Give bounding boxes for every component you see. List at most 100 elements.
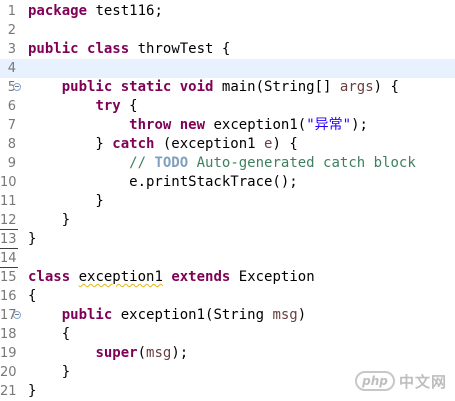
code-text: } (28, 382, 36, 401)
code-line[interactable]: 11 } (0, 192, 455, 211)
line-number: 4 (7, 61, 16, 76)
code-line[interactable]: 12 } (0, 211, 455, 230)
code-text: public class throwTest { (28, 40, 230, 59)
line-number: 21 (0, 384, 17, 399)
code-token: ); (171, 345, 189, 361)
code-text: public static void main(String[] args) { (28, 78, 399, 97)
code-line[interactable]: 8 } catch (exception1 e) { (0, 135, 455, 154)
code-line[interactable]: 10 e.printStackTrace(); (0, 173, 455, 192)
watermark: php 中文网 (354, 369, 447, 393)
code-text: package test116; (28, 2, 163, 21)
line-number: 14 (0, 251, 17, 266)
code-token: super (95, 345, 138, 361)
code-line[interactable]: 17 public exception1(String msg) (0, 306, 455, 325)
code-line[interactable]: 9 // TODO Auto-generated catch block (0, 154, 455, 173)
code-token: } (28, 193, 104, 209)
code-token: exception1(String (112, 307, 273, 323)
code-token: } (28, 383, 37, 399)
code-line[interactable]: 16 { (0, 287, 455, 306)
code-text: throw new exception1("异常"); (28, 116, 368, 135)
code-token: ) { (272, 136, 298, 152)
code-line[interactable]: 13} (0, 230, 455, 249)
line-number: 16 (0, 289, 17, 304)
code-text: { (28, 325, 70, 344)
code-line[interactable]: 19 super(msg); (0, 344, 455, 363)
code-token: TODO (154, 155, 189, 171)
code-token: } (28, 364, 71, 380)
code-token: exception1 (78, 269, 163, 285)
line-number: 11 (0, 194, 17, 209)
code-token: ); (351, 117, 368, 133)
code-token: msg (146, 345, 172, 361)
code-token: exception1( (205, 117, 307, 133)
fold-collapse-icon[interactable] (13, 83, 21, 91)
code-token: "异常" (306, 117, 352, 133)
line-number: 15 (0, 270, 17, 285)
code-line[interactable]: 1 package test116; (0, 2, 455, 21)
line-number: 19 (0, 346, 17, 361)
code-token: e.printStackTrace(); (28, 174, 298, 190)
code-text: try { (28, 97, 138, 116)
line-number: 18 (0, 327, 17, 342)
code-token: class (28, 269, 71, 285)
code-line[interactable]: 7 throw new exception1("异常"); (0, 116, 455, 135)
code-token: } (28, 136, 113, 152)
code-text: } (28, 230, 36, 249)
code-text: { (28, 287, 36, 306)
fold-collapse-icon[interactable] (13, 311, 21, 319)
code-line[interactable]: 6 try { (0, 97, 455, 116)
code-token: { (120, 98, 138, 114)
code-token: catch (112, 136, 155, 152)
code-token: extends (171, 269, 231, 285)
code-line[interactable]: 14 (0, 249, 455, 268)
watermark-text: 中文网 (398, 372, 447, 391)
code-token: new (179, 117, 206, 133)
code-token: } (28, 212, 71, 228)
code-token: msg (272, 307, 298, 323)
code-line[interactable]: 15 class exception1 extends Exception (0, 268, 455, 287)
line-number: 6 (7, 99, 16, 114)
code-line[interactable]: 5 public static void main(String[] args)… (0, 78, 455, 97)
code-token: (exception1 (154, 136, 265, 152)
line-number: 8 (7, 137, 16, 152)
line-number: 9 (7, 156, 16, 171)
code-token: Exception (230, 269, 315, 285)
code-text: } catch (exception1 e) { (28, 135, 298, 154)
code-token: package (28, 3, 88, 19)
code-text: class exception1 extends Exception (28, 268, 315, 287)
code-text: super(msg); (28, 344, 188, 363)
code-token: { (28, 288, 37, 304)
line-number: 7 (7, 118, 16, 133)
line-number: 1 (7, 4, 16, 19)
code-token: // (129, 155, 155, 171)
line-number: 20 (0, 365, 17, 380)
code-text: } (28, 192, 104, 211)
code-token: ) { (373, 79, 399, 95)
code-text: public exception1(String msg) (28, 306, 306, 325)
code-token: public (61, 307, 113, 323)
code-token: try (95, 98, 121, 114)
line-number: 2 (7, 23, 16, 38)
code-line[interactable]: 2 (0, 21, 455, 40)
code-token: public (28, 41, 79, 57)
code-line[interactable]: 4 (0, 59, 455, 78)
line-number: 13 (0, 232, 17, 247)
code-token: } (28, 231, 37, 247)
code-token: main(String[] (213, 79, 340, 95)
code-line[interactable]: 3 public class throwTest { (0, 40, 455, 59)
code-text: } (28, 211, 70, 230)
code-text: } (28, 363, 70, 382)
code-line[interactable]: 18 { (0, 325, 455, 344)
code-editor[interactable]: 1 package test116; 2 3 public class throwTes… (0, 0, 455, 401)
code-token: void (179, 79, 214, 95)
